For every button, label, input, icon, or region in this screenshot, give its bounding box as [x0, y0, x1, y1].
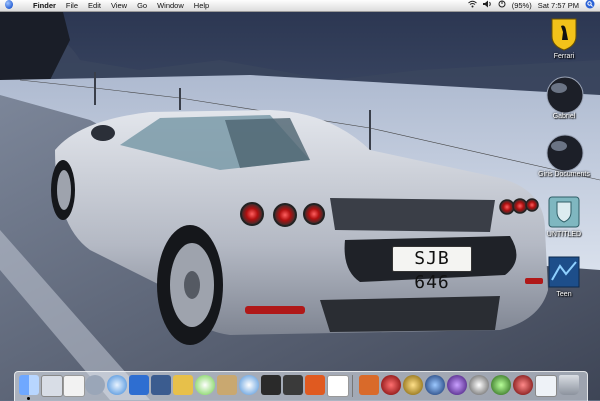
menu-view[interactable]: View	[111, 0, 127, 11]
desktop-icon-documents[interactable]: Giris Documents	[536, 134, 592, 178]
desktop-icon-label: Ferrari	[553, 53, 575, 60]
blue-orb-icon[interactable]	[425, 375, 445, 395]
menu-go[interactable]: Go	[137, 0, 147, 11]
desktop-icon-label: Gabriel	[552, 113, 576, 120]
desktop-icon-untitled[interactable]: UNTITLED	[536, 194, 592, 238]
textedit-icon[interactable]	[63, 375, 85, 397]
ichat-icon[interactable]	[239, 375, 259, 395]
menu-window[interactable]: Window	[157, 0, 184, 11]
wifi-icon[interactable]	[467, 0, 477, 11]
desktop-icon-teen[interactable]: Teen	[536, 254, 592, 298]
desktop-icon-label: Teen	[556, 291, 572, 298]
menu-help[interactable]: Help	[194, 0, 209, 11]
trash-icon[interactable]	[559, 375, 579, 395]
itunes-icon[interactable]	[195, 375, 215, 395]
menu-clock[interactable]: Sat 7:57 PM	[538, 0, 579, 11]
safari-icon[interactable]	[107, 375, 127, 395]
internet-explorer-icon[interactable]	[129, 375, 149, 395]
license-plate: SJB 646	[392, 246, 472, 293]
volume-icon[interactable]	[482, 0, 492, 11]
menu-app-finder[interactable]: Finder	[33, 0, 56, 11]
iphoto-icon[interactable]	[359, 375, 379, 395]
menu-edit[interactable]: Edit	[88, 0, 101, 11]
documents-folder-icon[interactable]	[535, 375, 557, 397]
apple-menu-icon[interactable]	[5, 0, 23, 12]
license-plate-text: SJB 646	[414, 248, 450, 293]
finder-icon[interactable]	[19, 375, 39, 395]
desktop-icon-ferrari[interactable]: Ferrari	[536, 16, 592, 60]
battery-percent[interactable]: (95%)	[512, 0, 532, 11]
spotlight-icon[interactable]	[585, 0, 595, 12]
dark-orb-icon	[546, 134, 584, 172]
toast-icon[interactable]	[305, 375, 325, 395]
imovie-icon[interactable]	[261, 375, 281, 395]
power-icon[interactable]	[498, 0, 506, 11]
shield-drive-icon	[546, 194, 582, 230]
gold-orb-icon[interactable]	[403, 375, 423, 395]
desktop-icon-label: Giris Documents	[538, 171, 590, 178]
menu-file[interactable]: File	[66, 0, 78, 11]
ferrari-shield-icon	[546, 16, 582, 52]
mail-icon[interactable]	[41, 375, 63, 397]
desktop-icon-label: UNTITLED	[546, 231, 582, 238]
red-orb-icon[interactable]	[381, 375, 401, 395]
menu-bar: Finder File Edit View Go Window Help (95…	[0, 0, 600, 12]
green-orb-icon[interactable]	[491, 375, 511, 395]
ical-icon[interactable]	[327, 375, 349, 397]
address-book-icon[interactable]	[173, 375, 193, 395]
desktop-wallpaper	[0, 0, 600, 400]
red-apple-orb-icon[interactable]	[513, 375, 533, 395]
dark-orb-icon	[546, 76, 584, 114]
desktop-icon-gabriel[interactable]: Gabriel	[536, 76, 592, 120]
silver-orb-icon[interactable]	[469, 375, 489, 395]
image-capture-icon[interactable]	[151, 375, 171, 395]
purple-orb-icon[interactable]	[447, 375, 467, 395]
dock	[14, 371, 588, 401]
system-preferences-icon[interactable]	[85, 375, 105, 395]
preview-icon[interactable]	[217, 375, 237, 395]
dock-separator	[352, 375, 353, 397]
final-cut-icon[interactable]	[283, 375, 303, 395]
blue-folder-icon	[546, 254, 582, 290]
